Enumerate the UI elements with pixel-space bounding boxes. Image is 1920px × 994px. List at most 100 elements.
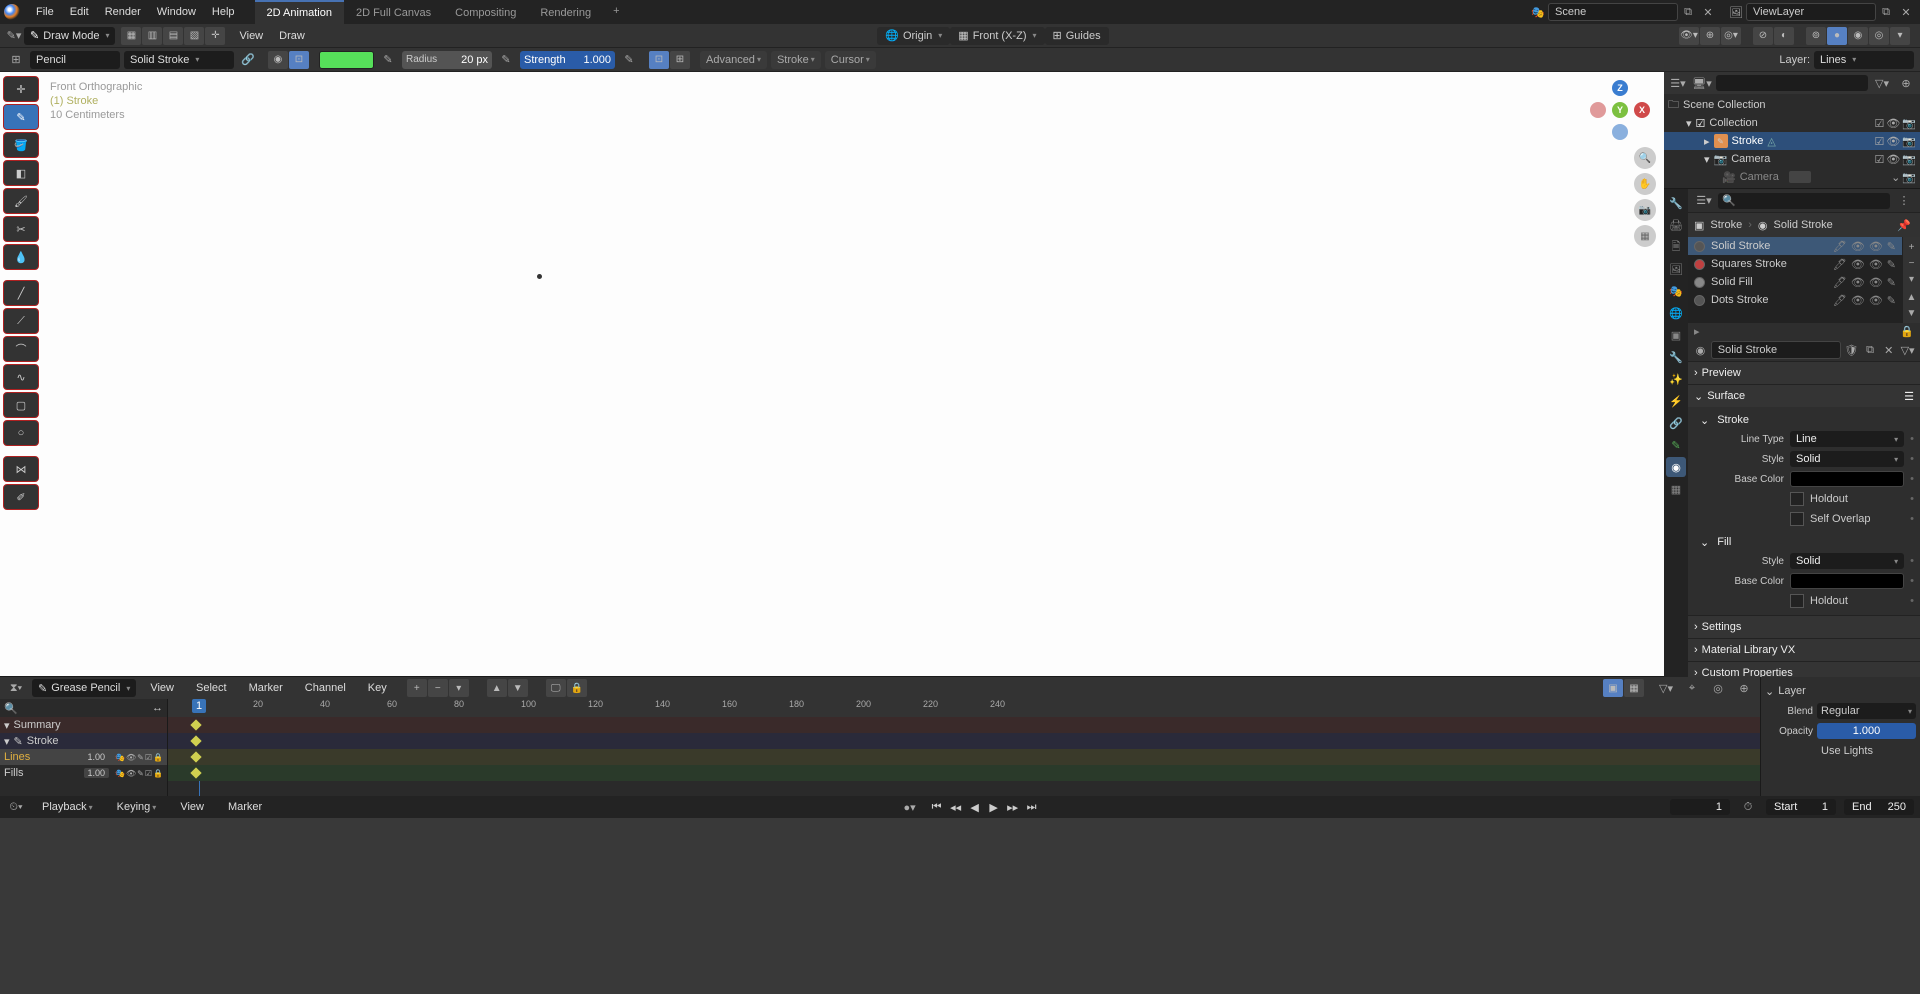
scene-browse-icon[interactable]: 🎭 xyxy=(1528,3,1548,21)
gizmo-z-neg[interactable] xyxy=(1612,124,1628,140)
cursor-dropdown[interactable]: Cursor▾ xyxy=(825,51,876,69)
disable-icon[interactable]: 📷 xyxy=(1902,153,1916,166)
summary-channel[interactable]: ▾Summary xyxy=(0,717,167,733)
layer-move-down[interactable]: ▼ xyxy=(508,679,528,697)
layer-move-up[interactable]: ▲ xyxy=(487,679,507,697)
keyframe-area[interactable] xyxy=(168,717,1760,796)
tab-output[interactable]: 🗎 xyxy=(1666,237,1686,257)
keyframe-summary[interactable] xyxy=(190,719,201,730)
brush-select[interactable]: Pencil xyxy=(30,51,120,69)
current-frame-field[interactable]: 1 xyxy=(1670,799,1730,815)
material-options-icon[interactable]: ▽▾ xyxy=(1899,341,1916,359)
timeline-type-icon[interactable]: ⏲▾ xyxy=(6,798,26,816)
outliner-display-icon[interactable]: 🖥▾ xyxy=(1692,74,1712,92)
lock-icon[interactable]: 🔒 xyxy=(1900,325,1914,338)
matlib-panel-header[interactable]: ›Material Library VX xyxy=(1688,639,1920,661)
list-icon[interactable]: ☰ xyxy=(1904,390,1914,403)
keyframe-stroke[interactable] xyxy=(190,735,201,746)
annotate-tool[interactable]: ✐ xyxy=(3,484,39,510)
menu-help[interactable]: Help xyxy=(204,2,243,22)
disable-icon[interactable]: 📷 xyxy=(1902,117,1916,130)
start-frame-field[interactable]: Start1 xyxy=(1766,799,1836,815)
camera-data-row[interactable]: 🎥 Camera ⌄📷 xyxy=(1664,168,1920,186)
basecolor-swatch[interactable] xyxy=(1790,471,1904,487)
tab-object[interactable]: ▣ xyxy=(1666,325,1686,345)
tab-physics[interactable]: ⚡ xyxy=(1666,391,1686,411)
viewport-3d[interactable]: Front Orthographic (1) Stroke 10 Centime… xyxy=(42,72,1664,676)
navigation-gizmo[interactable]: Z X Y xyxy=(1590,80,1650,140)
eyedropper-tool[interactable]: 💧 xyxy=(3,244,39,270)
fill-basecolor-swatch[interactable] xyxy=(1790,573,1904,589)
outliner-filter-icon[interactable]: ▽▾ xyxy=(1872,74,1892,92)
plane-front-button[interactable]: ▥ xyxy=(142,27,162,45)
status-marker-menu[interactable]: Marker xyxy=(220,797,270,817)
breadcrumb-object[interactable]: Stroke xyxy=(1710,219,1742,231)
move-down-button[interactable]: ▼ xyxy=(1905,306,1919,320)
gizmo-toggle[interactable]: ⊕ xyxy=(1700,27,1720,45)
scene-collection-row[interactable]: 🗀 Scene Collection xyxy=(1664,96,1920,114)
polyline-tool[interactable]: ⟋ xyxy=(3,308,39,334)
radius-field[interactable]: Radius 20 px xyxy=(402,51,492,69)
camera-object-row[interactable]: ▾ 📷 Camera ☑👁📷 xyxy=(1664,150,1920,168)
jump-start-button[interactable]: ⏮ xyxy=(928,799,946,815)
end-frame-field[interactable]: End250 xyxy=(1844,799,1914,815)
rendered-shading[interactable]: ◎ xyxy=(1869,27,1889,45)
lines-channel[interactable]: Lines 1.00 🎭👁✎☑🔒 xyxy=(0,749,167,765)
camera-icon[interactable]: 📷 xyxy=(1634,199,1656,221)
stroke-color-swatch[interactable] xyxy=(319,51,374,69)
menu-edit[interactable]: Edit xyxy=(62,2,97,22)
style-dropdown[interactable]: Solid▾ xyxy=(1790,451,1904,467)
strength-pressure-icon[interactable]: ✎ xyxy=(619,51,639,69)
hide-icon[interactable]: 👁 xyxy=(1886,153,1900,166)
brush-icon[interactable]: ⊞ xyxy=(6,51,26,69)
material-slot-0[interactable]: Solid Stroke 🖊👁👁✎ xyxy=(1688,237,1902,255)
fake-user-icon[interactable]: 🛡 xyxy=(1843,341,1860,359)
fill-holdout-checkbox[interactable] xyxy=(1790,594,1804,608)
material-browse-icon[interactable]: ◉ xyxy=(1692,341,1709,359)
keyframe-lines[interactable] xyxy=(190,751,201,762)
auto-keying-icon[interactable]: ●▾ xyxy=(900,798,920,816)
lock-button[interactable]: 🔒 xyxy=(567,679,587,697)
ds-view-menu[interactable]: View xyxy=(142,678,182,698)
dopesheet-mode[interactable]: ✎ Grease Pencil ▾ xyxy=(32,679,136,697)
tab-render[interactable]: 🖨 xyxy=(1666,215,1686,235)
material-menu-button[interactable]: ▾ xyxy=(1905,272,1919,286)
stroke-subpanel-header[interactable]: ⌄ Stroke xyxy=(1694,411,1914,429)
workspace-2d-full-canvas[interactable]: 2D Full Canvas xyxy=(344,0,443,24)
keying-menu[interactable]: Keying▾ xyxy=(109,797,165,817)
menu-render[interactable]: Render xyxy=(97,2,149,22)
material-select[interactable]: Solid Stroke ▾ xyxy=(124,51,234,69)
menu-window[interactable]: Window xyxy=(149,2,204,22)
cursor-tool[interactable]: ✛ xyxy=(3,76,39,102)
tab-texture[interactable]: ▦ xyxy=(1666,479,1686,499)
cam-hide-icon[interactable]: ⌄ xyxy=(1891,171,1900,184)
material-name-input[interactable] xyxy=(1711,341,1841,359)
shading-options[interactable]: ▾ xyxy=(1890,27,1910,45)
eyedropper-icon[interactable]: ✎ xyxy=(378,51,398,69)
hide-icon[interactable]: 👁 xyxy=(1886,135,1900,148)
outliner-search-input[interactable] xyxy=(1716,75,1868,91)
proportional-icon[interactable]: ◎ xyxy=(1708,679,1728,697)
stroke-channel[interactable]: ▾✎Stroke xyxy=(0,733,167,749)
menu-file[interactable]: File xyxy=(28,2,62,22)
select-icon[interactable]: ☑ xyxy=(1874,135,1884,148)
persp-icon[interactable]: ▦ xyxy=(1634,225,1656,247)
mode-selector[interactable]: ✎ Draw Mode ▾ xyxy=(24,27,115,45)
circle-tool[interactable]: ○ xyxy=(3,420,39,446)
linetype-dropdown[interactable]: Line▾ xyxy=(1790,431,1904,447)
tab-scene[interactable]: 🎭 xyxy=(1666,281,1686,301)
material-slot-2[interactable]: Solid Fill 🖊👁👁✎ xyxy=(1688,273,1902,291)
lines-opacity[interactable]: 1.00 xyxy=(84,752,110,762)
breadcrumb-material[interactable]: Solid Stroke xyxy=(1773,219,1832,231)
draw-menu[interactable]: Draw xyxy=(271,26,313,46)
radius-pressure-icon[interactable]: ✎ xyxy=(496,51,516,69)
material-shading[interactable]: ◉ xyxy=(1848,27,1868,45)
tint-tool[interactable]: 🖌 xyxy=(3,188,39,214)
fills-channel[interactable]: Fills 1.00 🎭👁✎☑🔒 xyxy=(0,765,167,781)
properties-type-icon[interactable]: ☰▾ xyxy=(1694,192,1714,210)
show-selected-button[interactable]: ▣ xyxy=(1603,679,1623,697)
tab-effects[interactable]: ✨ xyxy=(1666,369,1686,389)
channels-search[interactable]: 🔍 ↔ xyxy=(0,699,168,717)
select-icon[interactable]: ☑ xyxy=(1874,153,1884,166)
fill-subpanel-header[interactable]: ⌄ Fill xyxy=(1694,533,1914,551)
